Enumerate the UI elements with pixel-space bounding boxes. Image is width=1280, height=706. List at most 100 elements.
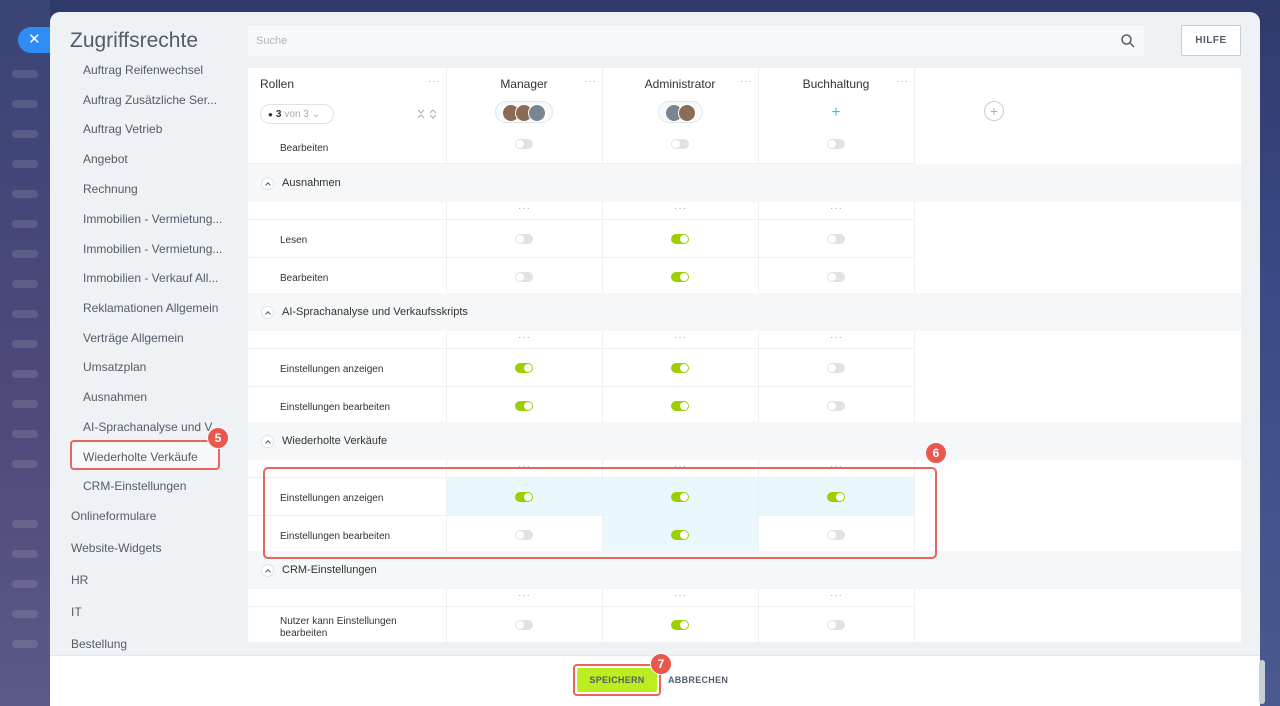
background-strip — [0, 0, 50, 706]
chevron-down-icon: ⌄ — [311, 108, 321, 120]
sidebar-item[interactable]: Verträge Allgemein — [83, 331, 184, 345]
permission-label: Einstellungen anzeigen — [280, 364, 384, 375]
sidebar-item[interactable]: Bestellung — [71, 637, 127, 651]
permission-toggle[interactable] — [671, 272, 689, 282]
permission-toggle[interactable] — [671, 234, 689, 244]
permission-toggle[interactable] — [827, 139, 845, 149]
permission-toggle[interactable] — [827, 272, 845, 282]
sidebar: Auftrag Reifenwechsel Auftrag Zusätzliche… — [50, 58, 246, 658]
sidebar-item[interactable]: Immobilien - Verkauf All... — [83, 271, 218, 285]
permission-label: Nutzer kann Einstellungen bearbeiten — [280, 616, 397, 639]
sidebar-item[interactable]: Umsatzplan — [83, 360, 146, 374]
background-ghost — [12, 190, 38, 198]
add-role-button[interactable]: + — [984, 101, 1004, 121]
roles-menu[interactable]: ··· — [428, 76, 441, 87]
search-input[interactable] — [248, 26, 1144, 56]
sidebar-item[interactable]: Reklamationen Allgemein — [83, 301, 218, 315]
permission-toggle[interactable] — [515, 272, 533, 282]
background-ghost — [12, 550, 38, 558]
sidebar-item[interactable]: Website-Widgets — [71, 541, 161, 555]
scrollbar[interactable] — [1259, 660, 1265, 704]
permission-section[interactable]: Ausnahmen — [248, 164, 1241, 202]
step-badge-6: 6 — [925, 442, 947, 464]
permission-section[interactable]: AI-Sprachanalyse und Verkaufsskripts — [248, 293, 1241, 331]
permission-toggle[interactable] — [515, 363, 533, 373]
role-column-header[interactable]: Manager — [446, 77, 602, 91]
permission-toggle[interactable] — [515, 401, 533, 411]
role-column-header[interactable]: Buchhaltung — [758, 77, 914, 91]
permission-toggle[interactable] — [515, 620, 533, 630]
permission-toggle[interactable] — [827, 234, 845, 244]
role-column-menu[interactable]: ··· — [896, 76, 909, 87]
chevron-up-icon[interactable] — [261, 435, 274, 448]
permission-toggle[interactable] — [671, 139, 689, 149]
sidebar-item[interactable]: Onlineformulare — [71, 509, 156, 523]
permission-section[interactable]: Wiederholte Verkäufe — [248, 422, 1241, 460]
permission-toggle[interactable] — [671, 401, 689, 411]
group-menu-row — [248, 331, 914, 349]
permission-row: Bearbeiten — [248, 258, 914, 296]
sidebar-item[interactable]: AI-Sprachanalyse und V... — [83, 420, 221, 434]
role-column-menu[interactable]: ··· — [584, 76, 597, 87]
sidebar-item[interactable]: Rechnung — [83, 182, 138, 196]
permission-row: Einstellungen bearbeiten — [248, 387, 914, 425]
filter-count: 3 — [275, 108, 282, 120]
background-ghost — [12, 100, 38, 108]
cancel-button[interactable]: ABBRECHEN — [668, 668, 728, 692]
background-ghost — [12, 70, 38, 78]
roles-label: Rollen — [260, 77, 295, 91]
sidebar-item[interactable]: IT — [71, 605, 82, 619]
help-button[interactable]: HILFE — [1181, 25, 1241, 56]
role-members[interactable] — [446, 101, 602, 123]
sidebar-item[interactable]: Auftrag Vetrieb — [83, 122, 162, 136]
filter-suffix: von 3 — [284, 108, 309, 120]
sidebar-item[interactable]: CRM-Einstellungen — [83, 479, 186, 493]
background-ghost — [12, 310, 38, 318]
permission-toggle[interactable] — [515, 139, 533, 149]
permission-toggle[interactable] — [515, 234, 533, 244]
section-title: Wiederholte Verkäufe — [282, 435, 388, 447]
sidebar-item[interactable]: Immobilien - Vermietung... — [83, 212, 222, 226]
save-button[interactable]: SPEICHERN — [577, 668, 657, 692]
avatar — [528, 104, 546, 122]
close-icon: ✕ — [28, 31, 41, 48]
chevron-up-icon[interactable] — [261, 564, 274, 577]
permission-toggle[interactable] — [827, 363, 845, 373]
avatar-group[interactable] — [495, 101, 553, 123]
background-ghost — [12, 250, 38, 258]
role-members[interactable] — [602, 101, 758, 123]
sidebar-item[interactable]: Angebot — [83, 152, 128, 166]
search-box[interactable] — [248, 26, 1144, 56]
sidebar-item[interactable]: Immobilien - Vermietung... — [83, 242, 222, 256]
add-member-icon[interactable]: + — [827, 104, 845, 122]
background-ghost — [12, 640, 38, 648]
section-title: Ausnahmen — [282, 177, 341, 189]
background-ghost — [12, 520, 38, 528]
permission-toggle[interactable] — [671, 620, 689, 630]
avatar-group[interactable] — [657, 101, 703, 123]
page-title: Zugriffsrechte — [70, 29, 198, 52]
sidebar-item[interactable]: Ausnahmen — [83, 390, 147, 404]
close-button[interactable]: ✕ — [18, 27, 54, 53]
role-column-header[interactable]: Administrator — [602, 77, 758, 91]
section-title: AI-Sprachanalyse und Verkaufsskripts — [282, 306, 468, 318]
background-ghost — [12, 610, 38, 618]
sidebar-item[interactable]: Auftrag Zusätzliche Ser... — [83, 93, 217, 107]
permission-toggle[interactable] — [827, 620, 845, 630]
role-column-menu[interactable]: ··· — [740, 76, 753, 87]
background-ghost — [12, 130, 38, 138]
sidebar-item[interactable]: Auftrag Reifenwechsel — [83, 63, 203, 77]
sidebar-item[interactable]: Wiederholte Verkäufe — [83, 450, 198, 464]
permission-toggle[interactable] — [671, 363, 689, 373]
chevron-up-icon[interactable] — [261, 306, 274, 319]
group-menu-row — [248, 202, 914, 220]
step-badge-5: 5 — [207, 427, 229, 449]
search-icon[interactable] — [1120, 33, 1136, 49]
chevron-up-icon[interactable] — [261, 177, 274, 190]
collapse-expand-icon[interactable] — [416, 108, 438, 120]
sidebar-item[interactable]: HR — [71, 573, 88, 587]
permission-toggle[interactable] — [827, 401, 845, 411]
avatar — [677, 104, 696, 122]
roles-filter[interactable]: ● 3 von 3 ⌄ — [260, 104, 334, 124]
permission-row: Lesen — [248, 220, 914, 258]
